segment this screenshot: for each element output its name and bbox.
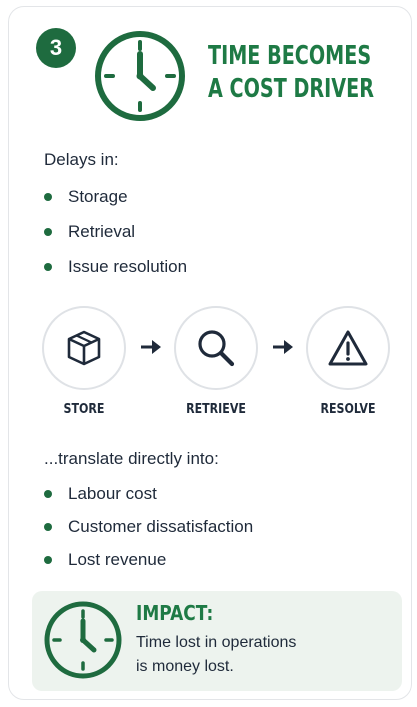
card-title: TIME BECOMES A COST DRIVER	[208, 40, 375, 106]
bullet-dot-icon	[44, 228, 52, 236]
list-item: Retrieval	[44, 221, 187, 256]
list-item: Storage	[44, 186, 187, 221]
list-item: Customer dissatisfaction	[44, 516, 253, 549]
warning-icon	[328, 330, 368, 366]
list-item: Labour cost	[44, 483, 253, 516]
list-item: Issue resolution	[44, 256, 187, 291]
list-item: Lost revenue	[44, 549, 253, 582]
delays-heading: Delays in:	[44, 150, 119, 169]
bullet-dot-icon	[44, 263, 52, 271]
bullet-dot-icon	[44, 193, 52, 201]
store-label: STORE	[63, 402, 105, 417]
arrow-right-icon	[273, 340, 293, 354]
magnifier-icon	[198, 330, 235, 367]
title-line-1: TIME BECOMES	[208, 41, 372, 71]
impact-title: IMPACT:	[136, 601, 214, 625]
impact-text: Time lost in operations is money lost.	[136, 631, 386, 679]
resolve-label: RESOLVE	[320, 402, 376, 417]
retrieve-label: RETRIEVE	[186, 402, 246, 417]
step-number: 3	[49, 35, 63, 60]
impact-box: IMPACT: Time lost in operations is money…	[32, 591, 402, 691]
box-icon	[67, 330, 101, 366]
bullet-dot-icon	[44, 556, 52, 564]
title-line-2: A COST DRIVER	[208, 74, 375, 104]
bullet-dot-icon	[44, 490, 52, 498]
clock-icon	[44, 601, 122, 679]
translate-heading: ...translate directly into:	[44, 449, 219, 468]
bullet-dot-icon	[44, 523, 52, 531]
arrow-right-icon	[141, 340, 161, 354]
retrieve-step-circle	[174, 306, 258, 390]
step-number-badge: 3	[36, 28, 76, 68]
impact-line-2: is money lost.	[136, 658, 234, 675]
resolve-step-circle	[306, 306, 390, 390]
impact-line-1: Time lost in operations	[136, 634, 297, 651]
translate-list: Labour cost Customer dissatisfaction Los…	[44, 483, 253, 582]
store-step-circle	[42, 306, 126, 390]
delays-list: Storage Retrieval Issue resolution	[44, 186, 187, 291]
clock-icon	[95, 31, 185, 121]
